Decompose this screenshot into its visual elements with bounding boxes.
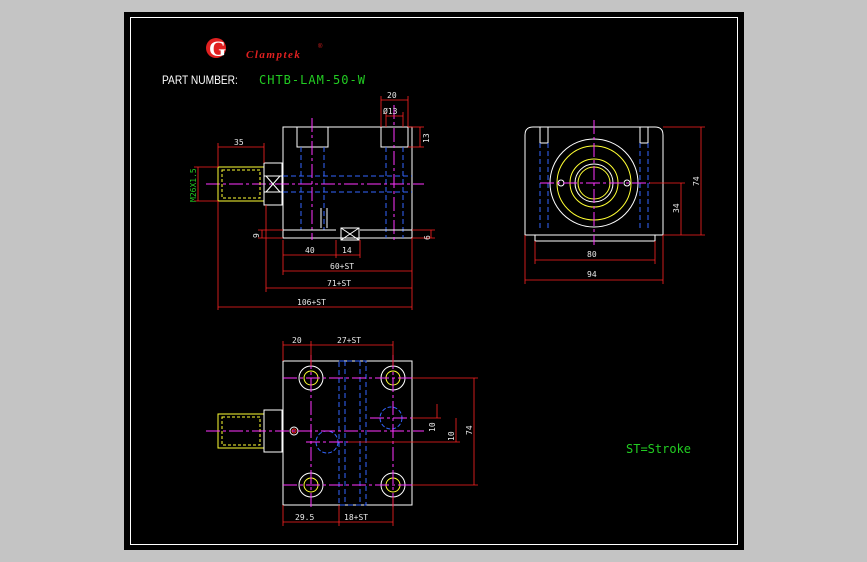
- part-number-label: PART NUMBER:: [162, 74, 238, 87]
- side-dimension-labels: 20 Ø13 13 35 M26X1.5 9 6 40 14 60+ST 71+…: [189, 91, 432, 307]
- dim-end-width-94: 94: [587, 270, 597, 279]
- dim-end-width-80: 80: [587, 250, 597, 259]
- dim-top-27st: 27+ST: [337, 336, 361, 345]
- dim-side-depth: 13: [422, 133, 431, 143]
- side-dimensions: [194, 96, 435, 310]
- brand-name: Clamptek: [246, 49, 301, 61]
- dim-side-106st: 106+ST: [297, 298, 326, 307]
- dim-side-60st: 60+ST: [330, 262, 354, 271]
- dim-side-71st: 71+ST: [327, 279, 351, 288]
- drawing-sheet: G Clamptek ® PART NUMBER: CHTB-LAM-50-W: [130, 17, 738, 545]
- registered-mark: ®: [318, 43, 323, 50]
- dim-side-40: 40: [305, 246, 315, 255]
- side-body-outline: [282, 126, 413, 239]
- logo-letter: G: [209, 36, 226, 61]
- dim-side-bore: Ø13: [383, 106, 398, 116]
- dim-side-top-width: 20: [387, 91, 397, 100]
- end-view: [524, 120, 664, 245]
- dim-side-14: 14: [342, 246, 352, 255]
- stroke-legend: ST=Stroke: [626, 442, 691, 456]
- dim-end-center: 34: [672, 203, 681, 213]
- clamptek-logo: G Clamptek ®: [206, 36, 323, 61]
- dim-thread-spec: M26X1.5: [189, 168, 198, 202]
- dim-side-height-9: 9: [252, 233, 261, 238]
- side-view: [206, 105, 424, 241]
- sheet-border: [130, 17, 738, 545]
- top-view: [206, 355, 424, 510]
- dim-top-18st: 18+ST: [344, 513, 368, 522]
- dim-side-right-6: 6: [423, 235, 432, 240]
- part-number-value: CHTB-LAM-50-W: [259, 73, 366, 87]
- dim-top-74: 74: [465, 425, 474, 435]
- dim-top-29-5: 29.5: [295, 513, 314, 522]
- dim-thread-length: 35: [234, 138, 244, 147]
- dim-top-10b: 10: [447, 431, 456, 441]
- dim-top-10a: 10: [428, 422, 437, 432]
- end-dimension-labels: 74 34 80 94: [587, 176, 701, 279]
- dim-end-height: 74: [692, 176, 701, 186]
- dim-top-left-20: 20: [292, 336, 302, 345]
- cad-viewport[interactable]: G Clamptek ® PART NUMBER: CHTB-LAM-50-W: [124, 12, 744, 550]
